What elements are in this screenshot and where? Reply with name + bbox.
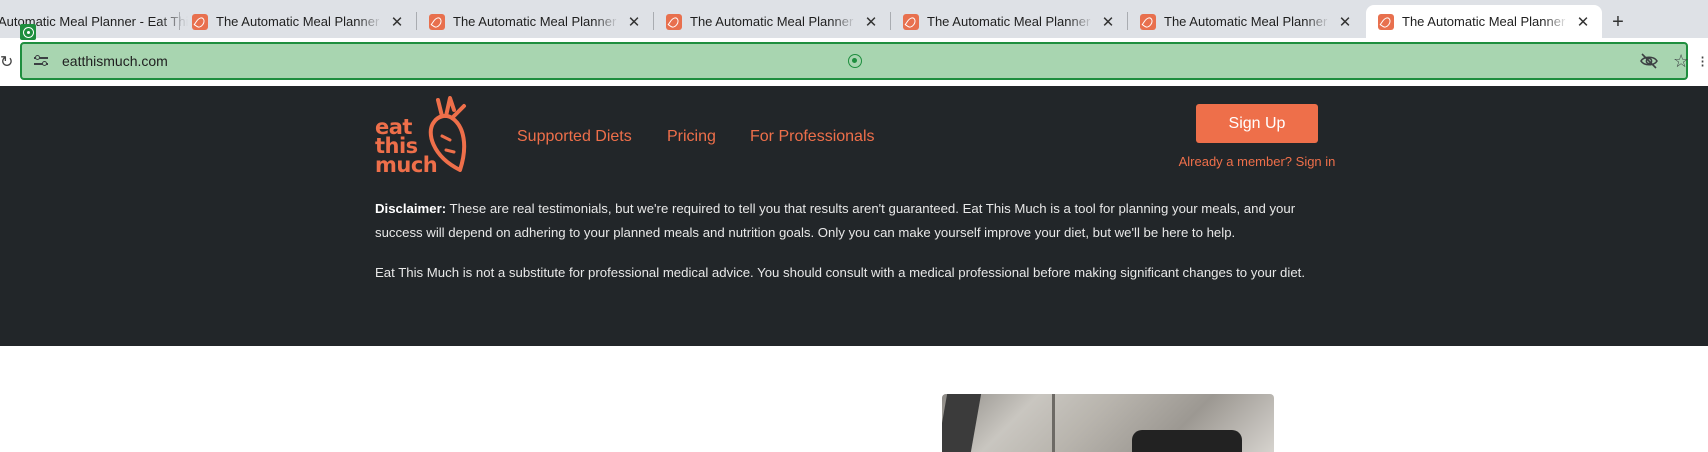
site-logo[interactable]: eat this much bbox=[375, 96, 470, 176]
eat-this-much-favicon-icon bbox=[666, 13, 682, 30]
browser-tab[interactable]: The Automatic Meal Planner - Eat This Mu… bbox=[180, 5, 416, 38]
disclaimer-section: Disclaimer: These are real testimonials,… bbox=[0, 189, 1708, 346]
tab-title: The Automatic Meal Planner - Eat This Mu… bbox=[453, 14, 619, 29]
disclaimer-label: Disclaimer: bbox=[375, 201, 447, 216]
browser-tab-active[interactable]: The Automatic Meal Planner - Eat This Mu… bbox=[1366, 5, 1602, 38]
eat-this-much-favicon-icon bbox=[1378, 13, 1394, 30]
tab-title: The Automatic Meal Planner - Eat This Mu… bbox=[216, 14, 382, 29]
close-icon[interactable]: ✕ bbox=[1099, 13, 1117, 31]
new-tab-button[interactable]: + bbox=[1604, 8, 1632, 36]
site-info-button[interactable] bbox=[28, 48, 54, 74]
sign-in-link[interactable]: Already a member? Sign in bbox=[1178, 154, 1336, 169]
target-icon bbox=[848, 54, 862, 68]
tab-title: The Automatic Meal Planner - Eat This Mu… bbox=[1164, 14, 1330, 29]
nav-link-pricing[interactable]: Pricing bbox=[667, 128, 716, 146]
browser-tab[interactable]: The Automatic Meal Planner - Eat This Mu… bbox=[1128, 5, 1364, 38]
disclaimer-body: These are real testimonials, but we're r… bbox=[375, 201, 1296, 240]
close-icon[interactable]: ✕ bbox=[1336, 13, 1354, 31]
nav-link-supported-diets[interactable]: Supported Diets bbox=[517, 128, 632, 146]
eat-this-much-favicon-icon bbox=[1140, 13, 1156, 30]
browser-toolbar: ↻ eatthismuch.com ☆ ⁝ bbox=[0, 38, 1708, 84]
medical-advice-paragraph: Eat This Much is not a substitute for pr… bbox=[375, 265, 1305, 280]
tune-icon bbox=[34, 55, 48, 67]
extensions-icon[interactable]: ⁝ bbox=[1700, 52, 1705, 72]
disclaimer-paragraph: Disclaimer: These are real testimonials,… bbox=[375, 197, 1325, 245]
testimonial-photo bbox=[942, 394, 1274, 452]
browser-tab[interactable]: The Automatic Meal Planner - Eat This Mu… bbox=[417, 5, 653, 38]
browser-tab[interactable]: The Automatic Meal Planner - Eat This Mu… bbox=[654, 5, 890, 38]
sign-up-button[interactable]: Sign Up bbox=[1196, 104, 1318, 143]
reload-icon[interactable]: ↻ bbox=[0, 52, 13, 72]
extension-target-icon bbox=[20, 24, 36, 40]
eat-this-much-favicon-icon bbox=[192, 13, 208, 30]
eye-off-icon[interactable] bbox=[1640, 53, 1658, 69]
tab-title: The Automatic Meal Planner - Eat This Mu… bbox=[690, 14, 856, 29]
url-text[interactable]: eatthismuch.com bbox=[62, 53, 168, 69]
close-icon[interactable]: ✕ bbox=[625, 13, 643, 31]
close-icon[interactable]: ✕ bbox=[1574, 13, 1592, 31]
tab-title: The Automatic Meal Planner - Eat This Mu… bbox=[1402, 14, 1568, 29]
tab-title: The Automatic Meal Planner - Eat This Mu… bbox=[927, 14, 1093, 29]
browser-tab[interactable]: The Automatic Meal Planner - Eat This Mu… bbox=[891, 5, 1127, 38]
site-header: eat this much Supported Diets Pricing Fo… bbox=[0, 86, 1708, 189]
close-icon[interactable]: ✕ bbox=[388, 13, 406, 31]
tab-strip: Automatic Meal Planner - Eat This Much ✕… bbox=[0, 0, 1708, 40]
close-icon[interactable]: ✕ bbox=[862, 13, 880, 31]
bookmark-star-icon[interactable]: ☆ bbox=[1673, 50, 1689, 72]
eat-this-much-favicon-icon bbox=[429, 13, 445, 30]
nav-link-for-professionals[interactable]: For Professionals bbox=[750, 128, 875, 146]
address-bar[interactable]: eatthismuch.com ☆ bbox=[20, 42, 1689, 80]
eat-this-much-favicon-icon bbox=[903, 13, 919, 30]
carrot-icon bbox=[428, 96, 467, 172]
